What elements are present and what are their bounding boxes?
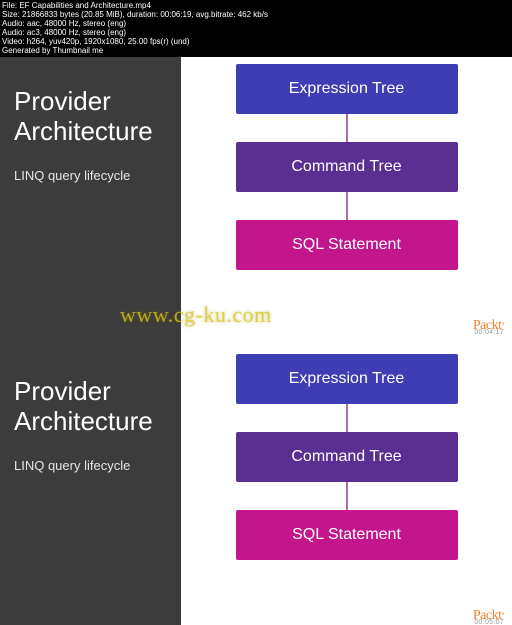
connector-line [346,114,348,142]
slide-sidebar: Provider Architecture LINQ query lifecyc… [0,46,181,336]
slide-content: Expression Tree Command Tree SQL Stateme… [181,46,512,336]
box-command-tree: Command Tree [236,142,458,192]
box-expression-tree: Expression Tree [236,354,458,404]
thumbnail-frame-1: Provider Architecture LINQ query lifecyc… [0,46,512,336]
connector-line [346,192,348,220]
meta-generated: Generated by Thumbnail me [2,46,103,55]
box-command-tree: Command Tree [236,432,458,482]
thumbnail-sheet: File: EF Capabilities and Architecture.m… [0,0,512,625]
box-expression-tree: Expression Tree [236,64,458,114]
frame-timestamp: 00:04:17 [474,329,504,336]
thumbnail-frame-2: Provider Architecture LINQ query lifecyc… [0,336,512,625]
slide-sidebar: Provider Architecture LINQ query lifecyc… [0,336,181,625]
slide-subtitle: LINQ query lifecycle [14,168,167,184]
meta-file: File: EF Capabilities and Architecture.m… [2,1,151,10]
connector-line [346,482,348,510]
box-sql-statement: SQL Statement [236,510,458,560]
box-sql-statement: SQL Statement [236,220,458,270]
frame-timestamp: 00:05:07 [474,619,504,625]
slide-title: Provider Architecture [14,376,167,436]
slide-content: Expression Tree Command Tree SQL Stateme… [181,336,512,625]
meta-size: Size: 21866833 bytes (20.85 MiB), durati… [2,10,268,19]
meta-audio2: Audio: ac3, 48000 Hz, stereo (eng) [2,28,126,37]
connector-line [346,404,348,432]
slide-subtitle: LINQ query lifecycle [14,458,167,474]
meta-audio1: Audio: aac, 48000 Hz, stereo (eng) [2,19,126,28]
meta-video: Video: h264, yuv420p, 1920x1080, 25.00 f… [2,37,190,46]
file-metadata: File: EF Capabilities and Architecture.m… [0,0,512,57]
slide-title: Provider Architecture [14,86,167,146]
